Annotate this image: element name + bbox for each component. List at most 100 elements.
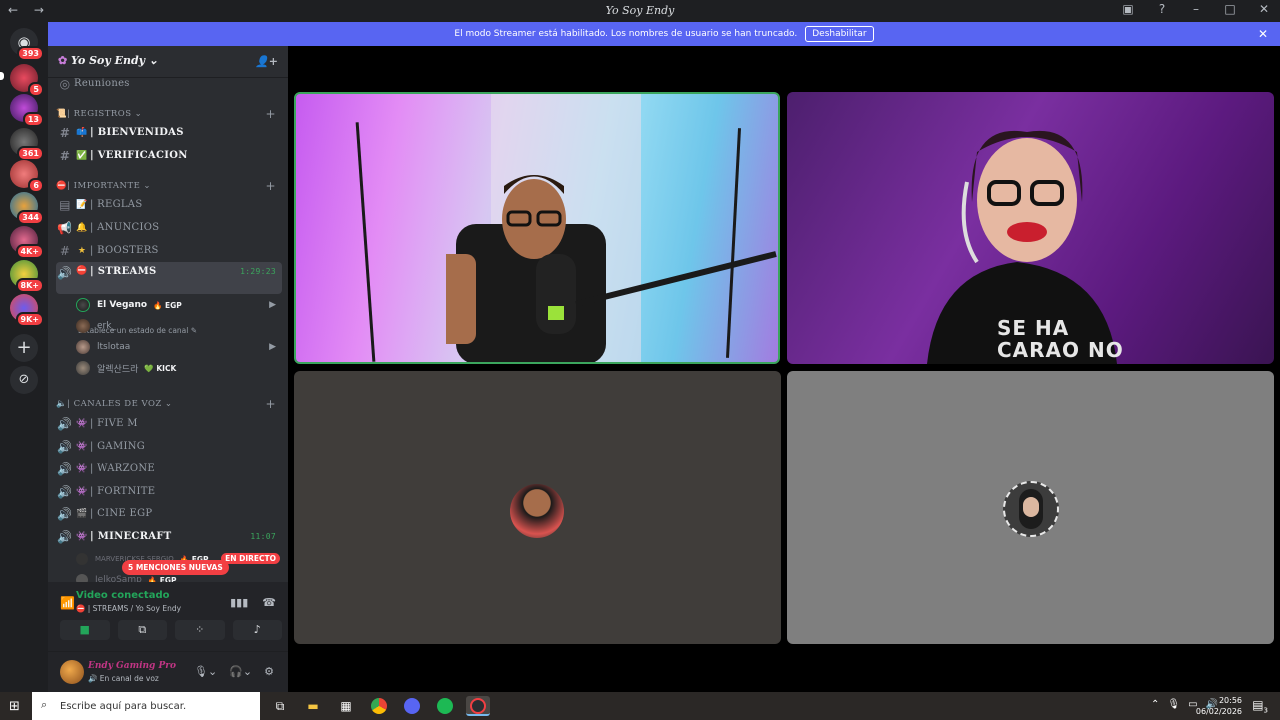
channel-fortnite[interactable]: 🔊 👾 | FORTNITE [56,481,282,502]
channel-gaming[interactable]: 🔊 👾 | GAMING [56,436,282,457]
category-label: | CANALES DE VOZ [67,399,162,409]
server-icon[interactable]: 13 [10,94,44,127]
voice-connection-panel: 📶 Video conectado ⛔ | STREAMS / Yo Soy E… [48,582,288,652]
avatar[interactable] [60,660,84,684]
channel-cine[interactable]: 🔊 🎬 | CINE EGP [56,503,282,524]
channel-label: | ANUNCIOS [90,222,160,233]
user-name: 알렉산드라 [97,364,139,375]
avatar [1003,481,1059,537]
channel-reglas[interactable]: ▤ 📝 | REGLAS [56,194,282,215]
channel-boosters[interactable]: # ★ | BOOSTERS [56,240,282,261]
category-registros[interactable]: 📜 | REGISTROS ⌄ + [56,106,282,122]
category-voz[interactable]: 🔈 | CANALES DE VOZ ⌄ + [56,396,282,412]
invite-icon[interactable]: 👤+ [255,55,278,68]
microphone-icon[interactable]: 🎙 [1167,699,1180,710]
channel-minecraft[interactable]: 🔊 👾 | MINECRAFT 11:07 [56,526,282,547]
mailbox-icon: 📫 [76,127,88,138]
chevron-down-icon: ⌄ [148,54,159,67]
voice-user[interactable]: El Vegano 🔥 EGP ▶ [76,295,276,315]
maximize-icon[interactable]: □ [1222,2,1238,16]
speaker-icon: 🔊 [57,461,73,476]
streamer-mode-banner: El modo Streamer está habilitado. Los no… [48,22,1280,46]
server-badge: 393 [17,46,44,61]
user-name[interactable]: Endy Gaming Pro [88,661,176,671]
film-icon: 🎬 [76,508,88,519]
hash-icon: # [59,148,71,163]
notifications-icon[interactable]: ▤3 [1252,698,1268,714]
channel-fivem[interactable]: 🔊 👾 | FIVE M [56,413,282,434]
discord-alt-icon[interactable] [400,696,424,716]
guild-name: Yo Soy Endy [71,54,146,67]
close-icon[interactable]: ✕ [1256,2,1272,16]
minimize-icon[interactable]: – [1188,2,1204,16]
chrome-icon[interactable] [367,696,391,716]
voice-timer: 11:07 [250,532,276,541]
megaphone-icon: 📢 [57,220,73,235]
discord-app-icon[interactable] [466,696,490,716]
server-badge: 361 [17,146,44,161]
screen-share-button[interactable]: ⧉ [117,620,167,640]
voice-user[interactable]: erk_ [76,316,276,336]
add-server-icon[interactable]: + [10,334,38,362]
notif-count: 3 [1263,706,1268,715]
help-icon[interactable]: ? [1154,2,1170,16]
chevron-up-icon[interactable]: ⌃ [1151,699,1159,710]
task-view-icon[interactable]: ⧉ [268,696,292,716]
store-icon[interactable]: ▦ [334,696,358,716]
disable-streamer-button[interactable]: Deshabilitar [805,26,874,42]
category-importante[interactable]: ⛔ | IMPORTANTE ⌄ + [56,178,282,194]
voice-user[interactable]: 알렉산드라 💚 KICK [76,358,276,378]
add-channel-icon[interactable]: + [265,179,276,193]
video-tile[interactable] [294,92,780,364]
gear-icon[interactable]: ⚙ [264,665,274,678]
clock[interactable]: 20:56 06/02/2026 [1196,695,1242,717]
server-folder-icon[interactable]: 4K+ [10,226,44,259]
close-icon[interactable]: ✕ [1258,27,1268,41]
server-icon[interactable]: 361 [10,128,44,161]
speaker-icon: 🔊 [57,506,73,521]
channel-anuncios[interactable]: 📢 🔔 | ANUNCIOS [56,217,282,238]
video-tile[interactable] [787,371,1274,644]
voice-user[interactable]: ltslotaa ▶ [76,337,276,357]
activities-button[interactable]: ⁘ [175,620,225,640]
channel-label: | MINECRAFT [90,531,172,542]
add-channel-icon[interactable]: + [265,397,276,411]
camera-icon: ▶ [269,300,276,310]
channel-label: | VERIFICACION [90,150,188,161]
clock-date: 06/02/2026 [1195,707,1242,716]
spotify-icon[interactable] [433,696,457,716]
add-channel-icon[interactable]: + [265,107,276,121]
server-folder-icon[interactable]: 9K+ [10,294,44,327]
server-icon[interactable]: 5 [10,64,44,97]
microphone-icon[interactable]: 🎙⌄ [194,665,217,678]
signal-icon[interactable]: 📶 [60,596,75,610]
new-mentions-pill[interactable]: 5 MENCIONES NUEVAS [122,560,229,575]
star-icon: ★ [77,245,87,256]
scroll-icon: 📜 [56,109,68,119]
channel-label: | FORTNITE [90,486,156,497]
headphones-icon[interactable]: 🎧⌄ [229,665,252,678]
video-tile[interactable] [294,371,781,644]
shirt-graphic: SE HA CARAO NO [997,316,1124,362]
soundboard-button[interactable]: ♪ [232,620,282,640]
inbox-icon[interactable]: ▣ [1120,2,1136,16]
channel-bienvenidas[interactable]: # 📫 | BIENVENIDAS [56,122,282,143]
channel-reuniones[interactable]: ◎ Reuniones [56,73,282,94]
camera-button[interactable]: ■ [60,620,110,640]
server-icon[interactable]: 6 [10,160,44,193]
video-tile[interactable]: SE HA CARAO NO [787,92,1274,364]
noise-suppression-icon[interactable]: ▮▮▮ [230,596,248,609]
windows-start-icon[interactable]: ⊞ [9,699,20,714]
channel-verificacion[interactable]: # ✅ | VERIFICACION [56,145,282,166]
server-icon[interactable]: 344 [10,192,44,225]
taskbar-search[interactable]: ⌕ Escribe aquí para buscar. [32,692,260,720]
disconnect-icon[interactable]: ☎ [262,596,276,609]
file-explorer-icon[interactable]: ▬ [301,696,325,716]
server-folder-icon[interactable]: 8K+ [10,260,44,293]
discord-home-icon[interactable]: ◉ 393 [10,28,44,61]
explore-icon[interactable]: ⊘ [10,366,38,394]
voice-channel-path[interactable]: ⛔ | STREAMS / Yo Soy Endy [76,604,181,613]
channel-sidebar: ✿ Yo Soy Endy ⌄ 👤+ ◎ Reuniones 📜 | REGISTR… [48,46,288,692]
channel-warzone[interactable]: 🔊 👾 | WARZONE [56,458,282,479]
channel-streams[interactable]: 🔊 ⛔ | STREAMS 1:29:23 [56,262,282,294]
